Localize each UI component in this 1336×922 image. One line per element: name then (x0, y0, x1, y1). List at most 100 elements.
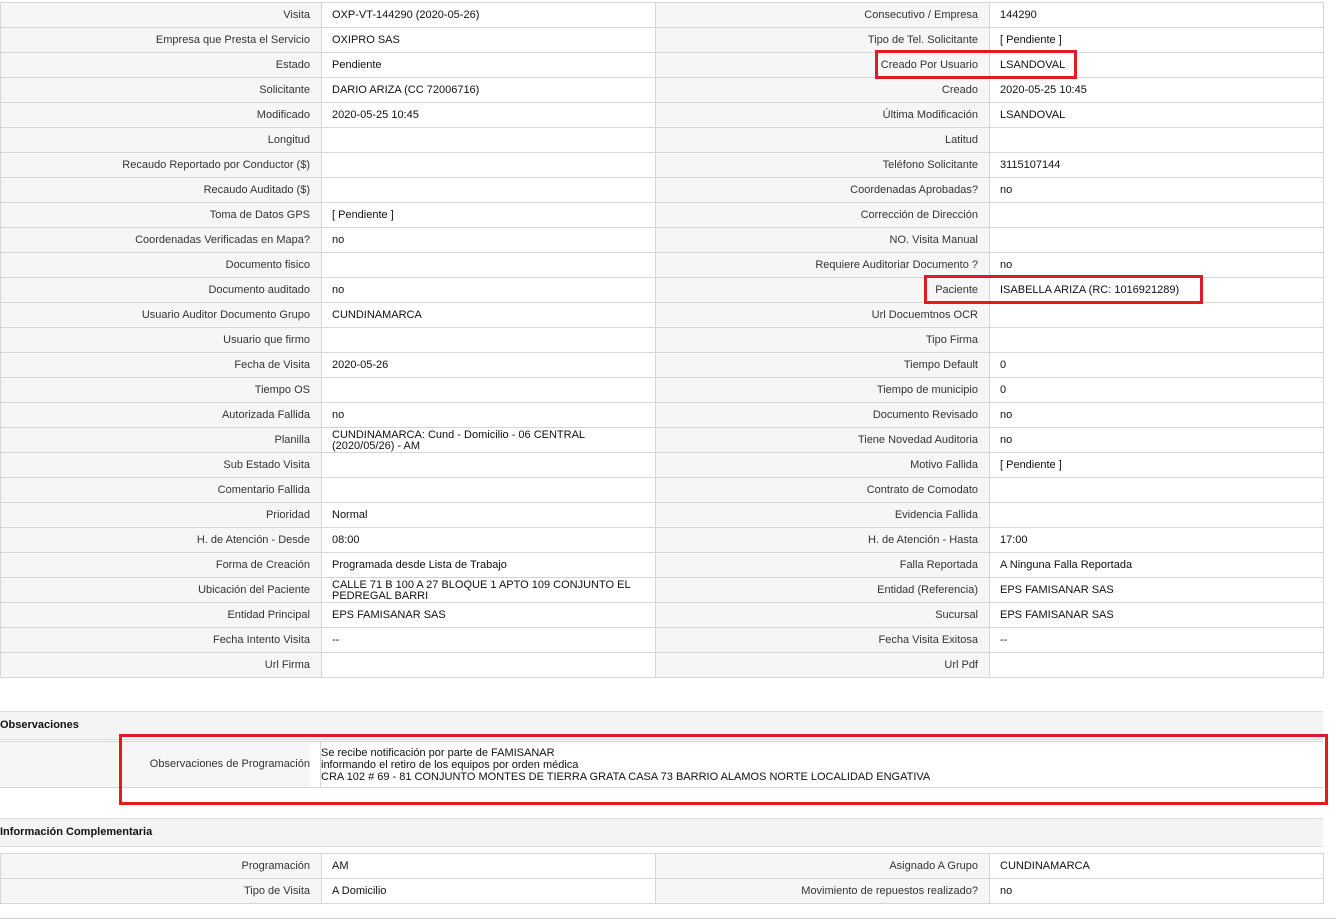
field-value: Pendiente (321, 52, 656, 78)
field-value: ISABELLA ARIZA (RC: 1016921289) (989, 277, 1324, 303)
field-label-text: Entidad (Referencia) (877, 583, 978, 596)
field-value (989, 202, 1324, 228)
field-value (321, 152, 656, 178)
field-label-text: Evidencia Fallida (894, 508, 978, 521)
field-label-text: NO. Visita Manual (889, 233, 978, 246)
field-value: -- (321, 627, 656, 653)
field-label: Usuario Auditor Documento Grupo (0, 302, 322, 328)
field-value-text: Normal (332, 508, 368, 521)
field-label: Ubicación del Paciente (0, 577, 322, 603)
field-label: Movimiento de repuestos realizado? (655, 878, 990, 904)
field-value-text: [ Pendiente ] (1000, 33, 1062, 46)
field-label: Tipo de Tel. Solicitante (655, 27, 990, 53)
field-label-text: Entidad Principal (227, 608, 310, 621)
field-label: Coordenadas Verificadas en Mapa? (0, 227, 322, 253)
field-label-text: Latitud (944, 133, 978, 146)
field-value: 2020-05-25 10:45 (989, 77, 1324, 103)
field-label: Url Docuemtnos OCR (655, 302, 990, 328)
field-label: Creado Por Usuario (655, 52, 990, 78)
field-value: [ Pendiente ] (989, 452, 1324, 478)
table-row: Tiempo OS Tiempo de municipio 0 (0, 377, 1324, 403)
field-value (989, 502, 1324, 528)
field-value: 2020-05-26 (321, 352, 656, 378)
field-label-text: Paciente (935, 283, 978, 296)
field-value: [ Pendiente ] (989, 27, 1324, 53)
field-value: [ Pendiente ] (321, 202, 656, 228)
field-value-text: no (1000, 884, 1013, 897)
field-value-text: no (1000, 433, 1013, 446)
table-row: Sub Estado Visita Motivo Fallida [ Pendien… (0, 452, 1324, 478)
field-label-text: Coordenadas Verificadas en Mapa? (135, 233, 310, 246)
field-label-text: Creado Por Usuario (880, 58, 978, 71)
field-value: 08:00 (321, 527, 656, 553)
field-value-text: -- (1000, 633, 1008, 646)
field-label: Recaudo Reportado por Conductor ($) (0, 152, 322, 178)
field-label: Teléfono Solicitante (655, 152, 990, 178)
field-label: Documento Revisado (655, 402, 990, 428)
field-value-text: no (1000, 183, 1013, 196)
field-label: Corrección de Dirección (655, 202, 990, 228)
field-value-text: [ Pendiente ] (1000, 458, 1062, 471)
field-label: Url Pdf (655, 652, 990, 678)
field-label: Motivo Fallida (655, 452, 990, 478)
field-value: OXP-VT-144290 (2020-05-26) (321, 2, 656, 28)
field-value: CALLE 71 B 100 A 27 BLOQUE 1 APTO 109 CO… (321, 577, 656, 603)
field-value: no (989, 427, 1324, 453)
field-value-text: 2020-05-25 10:45 (1000, 83, 1087, 96)
field-value-text: LSANDOVAL (1000, 58, 1066, 71)
field-value-text: EPS FAMISANAR SAS (332, 608, 446, 621)
field-value (321, 177, 656, 203)
table-row: Toma de Datos GPS [ Pendiente ] Corrección… (0, 202, 1324, 228)
field-value: LSANDOVAL (989, 102, 1324, 128)
field-label-text: Motivo Fallida (910, 458, 978, 471)
field-label: Contrato de Comodato (655, 477, 990, 503)
field-label: Autorizada Fallida (0, 402, 322, 428)
field-label: Requiere Auditoriar Documento ? (655, 252, 990, 278)
field-label-text: Programación (241, 859, 310, 872)
field-label: H. de Atención - Hasta (655, 527, 990, 553)
field-value-text: 0 (1000, 358, 1007, 371)
field-value: AM (321, 853, 656, 879)
field-label-text: Forma de Creación (215, 558, 310, 571)
table-row: Ubicación del Paciente CALLE 71 B 100 A 2… (0, 577, 1324, 603)
table-row: Empresa que Presta el Servicio OXIPRO SAS… (0, 27, 1324, 53)
field-label: Prioridad (0, 502, 322, 528)
field-value: no (989, 878, 1324, 904)
table-row: Url Firma Url Pdf (0, 652, 1324, 678)
field-value-text: no (1000, 258, 1013, 271)
field-label-text: Url Docuemtnos OCR (871, 308, 978, 321)
field-label-text: Falla Reportada (899, 558, 978, 571)
field-value: 3115107144 (989, 152, 1324, 178)
table-row: Entidad Principal EPS FAMISANAR SAS Sucurs… (0, 602, 1324, 628)
field-label: Asignado A Grupo (655, 853, 990, 879)
field-value-text: no (1000, 408, 1013, 421)
field-value: no (321, 402, 656, 428)
field-value: no (989, 252, 1324, 278)
table-row: Fecha Intento Visita -- Fecha Visita Exit… (0, 627, 1324, 653)
field-value-text: CUNDINAMARCA (332, 308, 422, 321)
field-value-text: 08:00 (332, 533, 360, 546)
field-label: Tiempo OS (0, 377, 322, 403)
field-value-text: -- (332, 633, 340, 646)
field-label-text: Empresa que Presta el Servicio (155, 33, 310, 46)
field-label-text: Usuario Auditor Documento Grupo (141, 308, 310, 321)
table-row: Estado Pendiente Creado Por Usuario LSANDOV… (0, 52, 1324, 78)
field-value (321, 652, 656, 678)
table-row: Modificado 2020-05-25 10:45 Última Modific… (0, 102, 1324, 128)
field-value-text: 3115107144 (1000, 158, 1061, 171)
field-value-text: EPS FAMISANAR SAS (1000, 608, 1114, 621)
field-value: CUNDINAMARCA (989, 853, 1324, 879)
table-row: Recaudo Auditado ($) Coordenadas Aprobada… (0, 177, 1324, 203)
observaciones-row: Observaciones de Programación Se recibe … (0, 741, 1323, 788)
field-label: Consecutivo / Empresa (655, 2, 990, 28)
field-label-text: Planilla (274, 433, 310, 446)
field-value-text: no (332, 233, 345, 246)
section-observaciones-header: Observaciones (0, 711, 1323, 740)
field-label: Tiene Novedad Auditoria (655, 427, 990, 453)
field-value: -- (989, 627, 1324, 653)
field-value: no (321, 227, 656, 253)
field-value: no (989, 402, 1324, 428)
field-value: DARIO ARIZA (CC 72006716) (321, 77, 656, 103)
field-value (321, 477, 656, 503)
table-row: Documento fisico Requiere Auditoriar Docu… (0, 252, 1324, 278)
